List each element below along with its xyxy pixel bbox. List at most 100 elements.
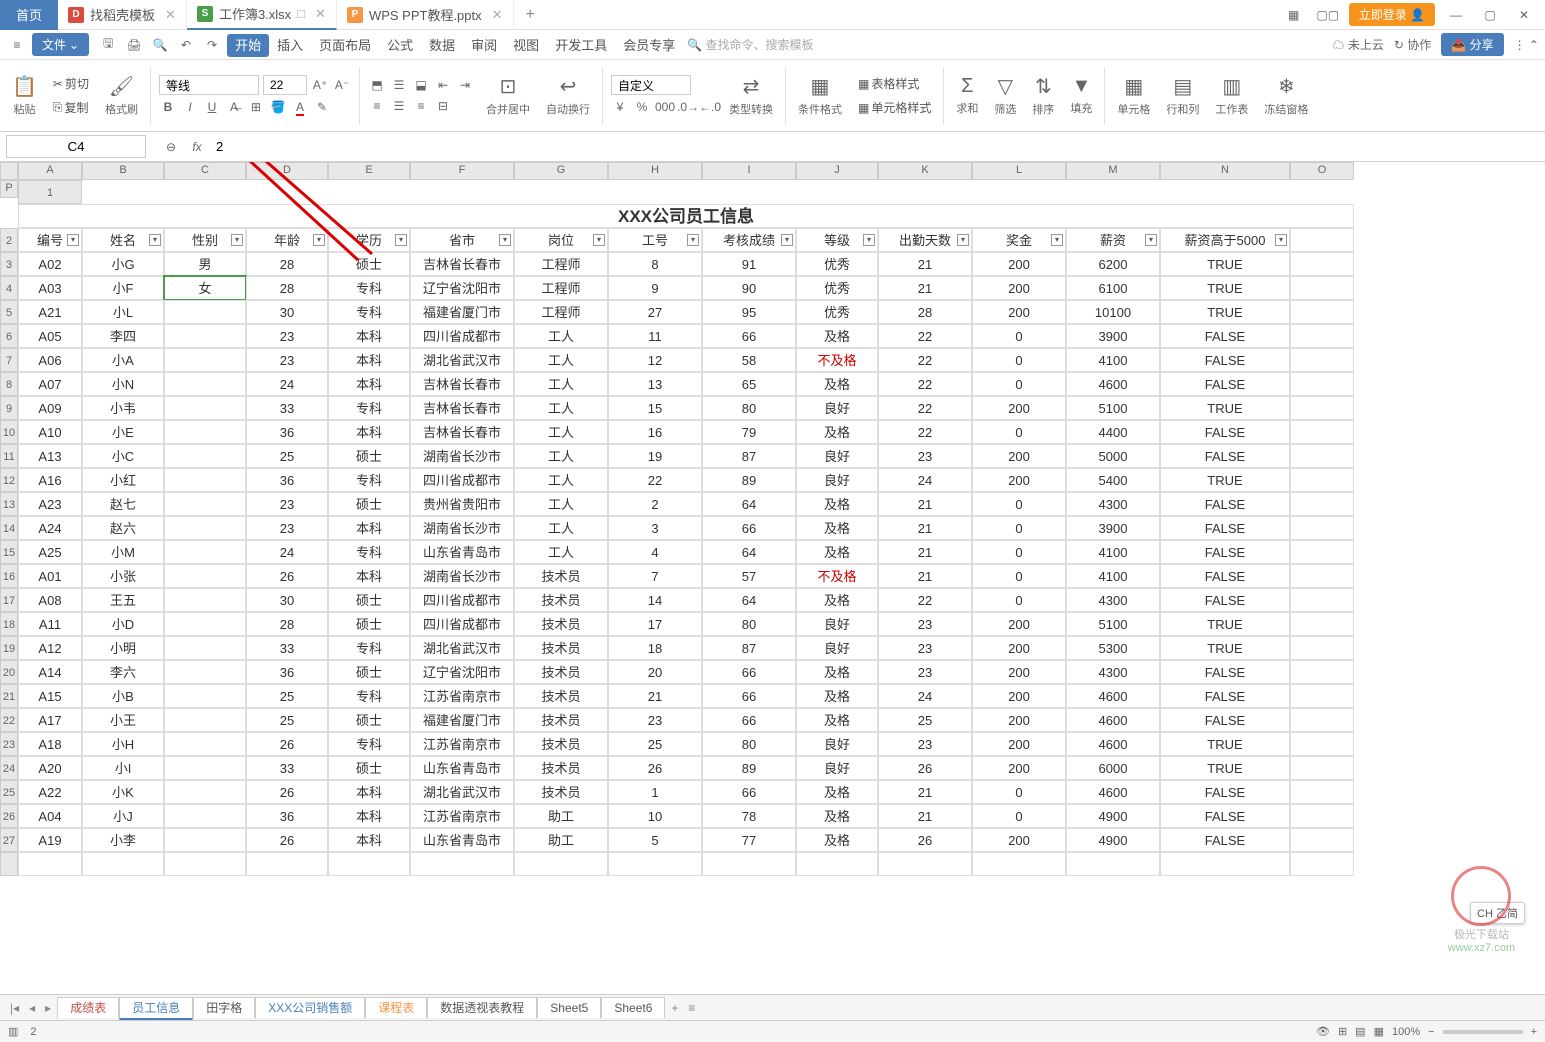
data-cell[interactable]: 及格	[796, 804, 878, 828]
data-cell[interactable]: A09	[18, 396, 82, 420]
redo-icon[interactable]: ↷	[201, 34, 223, 56]
data-cell[interactable]: 36	[246, 420, 328, 444]
data-cell[interactable]: 小A	[82, 348, 164, 372]
data-cell[interactable]: A07	[18, 372, 82, 396]
data-cell[interactable]: 200	[972, 660, 1066, 684]
column-header[interactable]: N	[1160, 162, 1290, 180]
strike-icon[interactable]: A̶	[225, 98, 243, 116]
data-cell[interactable]: 工人	[514, 516, 608, 540]
data-cell[interactable]: 及格	[796, 684, 878, 708]
data-cell[interactable]: 4100	[1066, 540, 1160, 564]
data-cell[interactable]: 硕士	[328, 660, 410, 684]
data-cell[interactable]	[164, 348, 246, 372]
data-cell[interactable]: 23	[608, 708, 702, 732]
data-cell[interactable]: 200	[972, 756, 1066, 780]
data-cell[interactable]: 小C	[82, 444, 164, 468]
data-cell[interactable]: 36	[246, 468, 328, 492]
data-cell[interactable]: 硕士	[328, 708, 410, 732]
sheet-tab[interactable]: 课程表	[365, 997, 427, 1018]
row-header[interactable]: 23	[0, 732, 18, 756]
data-cell[interactable]: 硕士	[328, 756, 410, 780]
data-cell[interactable]: 0	[972, 564, 1066, 588]
view-normal-icon[interactable]: 👁	[1316, 1025, 1330, 1038]
data-cell[interactable]: A20	[18, 756, 82, 780]
data-cell[interactable]: 36	[246, 804, 328, 828]
column-header[interactable]: O	[1290, 162, 1354, 180]
data-cell[interactable]: 小E	[82, 420, 164, 444]
row-header[interactable]: 21	[0, 684, 18, 708]
data-cell[interactable]: FALSE	[1160, 516, 1290, 540]
data-cell[interactable]: 工人	[514, 348, 608, 372]
data-cell[interactable]: 21	[608, 684, 702, 708]
column-header[interactable]: D	[246, 162, 328, 180]
more-icon[interactable]: ⋮ ⌃	[1514, 38, 1539, 52]
data-cell[interactable]: 4900	[1066, 828, 1160, 852]
underline-icon[interactable]: U	[203, 98, 221, 116]
close-button[interactable]: ✕	[1511, 8, 1537, 22]
data-cell[interactable]: 10100	[1066, 300, 1160, 324]
data-cell[interactable]: 23	[246, 324, 328, 348]
data-cell[interactable]: 优秀	[796, 252, 878, 276]
filter-dropdown-icon[interactable]: ▾	[781, 234, 793, 246]
menu-tab[interactable]: 页面布局	[311, 34, 379, 57]
data-cell[interactable]: 5000	[1066, 444, 1160, 468]
data-cell[interactable]: 工人	[514, 372, 608, 396]
data-cell[interactable]: 28	[246, 276, 328, 300]
data-cell[interactable]: 助工	[514, 804, 608, 828]
row-header[interactable]: 27	[0, 828, 18, 852]
data-cell[interactable]: 0	[972, 492, 1066, 516]
data-cell[interactable]: 工人	[514, 540, 608, 564]
column-header[interactable]: K	[878, 162, 972, 180]
data-cell[interactable]	[164, 828, 246, 852]
doc-tab[interactable]: S工作簿3.xlsx□✕	[187, 0, 337, 30]
data-cell[interactable]: 及格	[796, 516, 878, 540]
data-cell[interactable]: A01	[18, 564, 82, 588]
data-cell[interactable]: 21	[878, 492, 972, 516]
data-cell[interactable]: 26	[878, 756, 972, 780]
data-cell[interactable]: A06	[18, 348, 82, 372]
data-cell[interactable]: FALSE	[1160, 804, 1290, 828]
header-cell[interactable]: 等级▾	[796, 228, 878, 252]
file-menu[interactable]: 文件 ⌄	[32, 33, 89, 56]
sheet-list-button[interactable]: ≡	[684, 1001, 699, 1015]
data-cell[interactable]: 26	[246, 732, 328, 756]
data-cell[interactable]: 4600	[1066, 684, 1160, 708]
column-header[interactable]: I	[702, 162, 796, 180]
data-cell[interactable]: 21	[878, 804, 972, 828]
add-sheet-button[interactable]: +	[667, 1001, 682, 1015]
data-cell[interactable]: 66	[702, 684, 796, 708]
doc-tab[interactable]: PWPS PPT教程.pptx✕	[337, 0, 514, 30]
data-cell[interactable]: 小李	[82, 828, 164, 852]
data-cell[interactable]: 江苏省南京市	[410, 684, 514, 708]
data-cell[interactable]: 23	[246, 348, 328, 372]
data-cell[interactable]: 20	[608, 660, 702, 684]
data-cell[interactable]: 3900	[1066, 324, 1160, 348]
data-cell[interactable]: 23	[878, 660, 972, 684]
data-cell[interactable]: 15	[608, 396, 702, 420]
data-cell[interactable]: 90	[702, 276, 796, 300]
data-cell[interactable]: 小L	[82, 300, 164, 324]
data-cell[interactable]: 4300	[1066, 492, 1160, 516]
data-cell[interactable]: 21	[878, 516, 972, 540]
data-cell[interactable]: 福建省厦门市	[410, 300, 514, 324]
print-icon[interactable]: 🖨	[123, 34, 145, 56]
filter-dropdown-icon[interactable]: ▾	[863, 234, 875, 246]
data-cell[interactable]: 26	[246, 828, 328, 852]
data-cell[interactable]	[164, 468, 246, 492]
data-cell[interactable]: 21	[878, 252, 972, 276]
data-cell[interactable]: 工程师	[514, 276, 608, 300]
data-cell[interactable]: 0	[972, 804, 1066, 828]
data-cell[interactable]: 36	[246, 660, 328, 684]
data-cell[interactable]: 及格	[796, 708, 878, 732]
row-header[interactable]: 13	[0, 492, 18, 516]
data-cell[interactable]: 22	[878, 324, 972, 348]
data-cell[interactable]: 0	[972, 780, 1066, 804]
data-cell[interactable]: 33	[246, 636, 328, 660]
data-cell[interactable]: 23	[878, 732, 972, 756]
data-cell[interactable]: 23	[878, 612, 972, 636]
column-header[interactable]: P	[0, 180, 18, 198]
data-cell[interactable]: A13	[18, 444, 82, 468]
data-cell[interactable]: 89	[702, 756, 796, 780]
data-cell[interactable]: 0	[972, 588, 1066, 612]
data-cell[interactable]: 技术员	[514, 780, 608, 804]
